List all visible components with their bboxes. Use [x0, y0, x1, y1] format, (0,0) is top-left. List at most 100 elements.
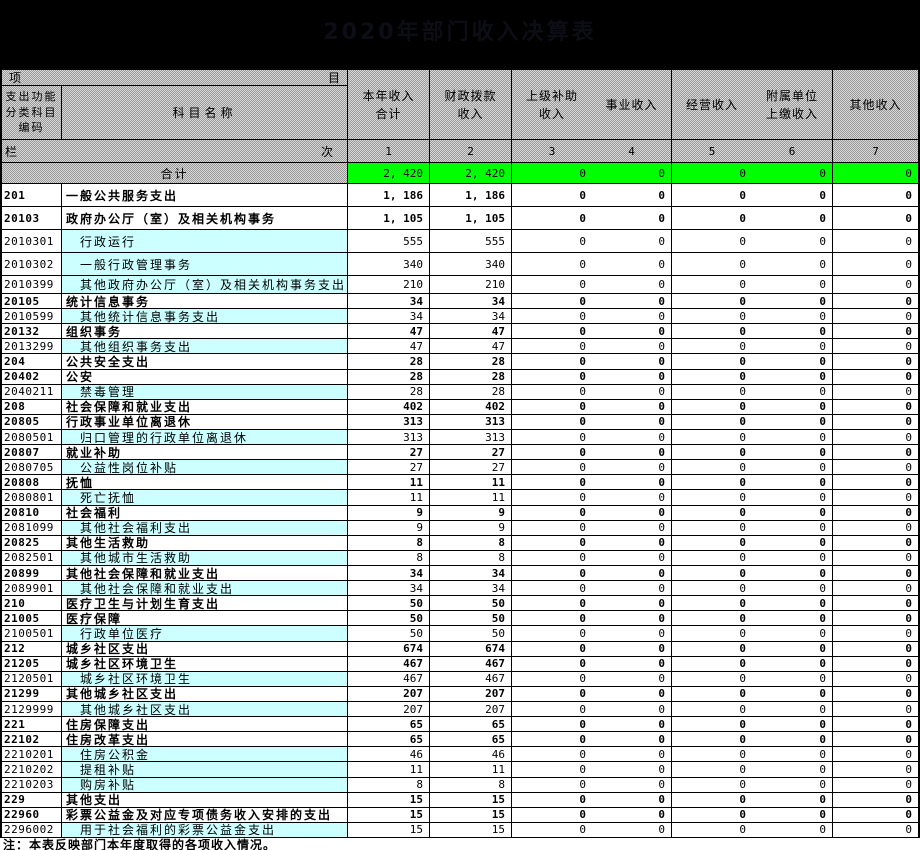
- value-cell-total-income: 402: [348, 400, 430, 414]
- value-cell-fiscal-grant: 1, 105: [430, 207, 512, 229]
- subject-code-cell: 2120501: [2, 672, 62, 686]
- value-cell-business-income: 0: [592, 385, 672, 399]
- value-cell-superior-subsidy: 0: [512, 762, 592, 776]
- value-cell-total-income: 27: [348, 460, 430, 474]
- subject-code-cell: 204: [2, 354, 62, 368]
- value-cell-fiscal-grant: 8: [430, 778, 512, 792]
- value-cell-fiscal-grant: 11: [430, 475, 512, 489]
- value-cell-other-income: 0: [833, 596, 918, 610]
- value-cell-superior-subsidy: 0: [512, 230, 592, 252]
- total-label: 合计: [2, 163, 348, 183]
- subject-code-cell: 2080705: [2, 460, 62, 474]
- value-cell-affiliated-income: 0: [752, 732, 833, 746]
- subject-code-cell: 20899: [2, 566, 62, 580]
- value-cell-other-income: 0: [833, 253, 918, 275]
- value-cell-affiliated-income: 0: [752, 430, 833, 444]
- value-cell-operating-income: 0: [672, 657, 752, 671]
- subject-name-cell: 社会保障和就业支出: [62, 400, 348, 414]
- value-cell-operating-income: 0: [672, 762, 752, 776]
- value-cell-other-income: 0: [833, 430, 918, 444]
- value-cell-operating-income: 0: [672, 793, 752, 807]
- value-cell-other-income: 0: [833, 460, 918, 474]
- income-table: 项 目 支出功能分类科目编码 科目名称 本年收入合计 财政拨款收入 上级补助收入…: [0, 70, 920, 838]
- value-cell-business-income: 0: [592, 324, 672, 338]
- table-row: 2010302 一般行政管理事务 340 340 0 0 0 0 0: [2, 253, 918, 276]
- subject-code-cell: 2089901: [2, 581, 62, 595]
- value-cell-affiliated-income: 0: [752, 642, 833, 656]
- value-cell-total-income: 9: [348, 521, 430, 535]
- subject-name-cell: 购房补贴: [62, 778, 348, 792]
- total-value: 0: [752, 163, 833, 183]
- table-row: 20899 其他社会保障和就业支出 34 34 0 0 0 0 0: [2, 566, 918, 581]
- value-cell-affiliated-income: 0: [752, 536, 833, 550]
- value-cell-other-income: 0: [833, 445, 918, 459]
- subject-code-cell: 20807: [2, 445, 62, 459]
- value-cell-affiliated-income: 0: [752, 354, 833, 368]
- subject-name-cell: 其他生活救助: [62, 536, 348, 550]
- value-cell-other-income: 0: [833, 611, 918, 625]
- subject-code-cell: 22960: [2, 808, 62, 822]
- table-row: 2120501 城乡社区环境卫生 467 467 0 0 0 0 0: [2, 672, 918, 687]
- value-cell-affiliated-income: 0: [752, 276, 833, 293]
- value-cell-business-income: 0: [592, 657, 672, 671]
- value-cell-affiliated-income: 0: [752, 506, 833, 520]
- value-cell-operating-income: 0: [672, 566, 752, 580]
- value-cell-other-income: 0: [833, 354, 918, 368]
- table-row: 20103 政府办公厅（室）及相关机构事务 1, 105 1, 105 0 0 …: [2, 207, 918, 230]
- subject-code-cell: 201: [2, 184, 62, 206]
- value-cell-total-income: 313: [348, 430, 430, 444]
- value-cell-operating-income: 0: [672, 702, 752, 716]
- value-cell-fiscal-grant: 27: [430, 460, 512, 474]
- value-cell-superior-subsidy: 0: [512, 732, 592, 746]
- subject-code-cell: 2040211: [2, 385, 62, 399]
- value-cell-fiscal-grant: 47: [430, 324, 512, 338]
- value-cell-superior-subsidy: 0: [512, 611, 592, 625]
- value-cell-business-income: 0: [592, 793, 672, 807]
- value-cell-business-income: 0: [592, 253, 672, 275]
- value-cell-affiliated-income: 0: [752, 778, 833, 792]
- value-cell-other-income: 0: [833, 732, 918, 746]
- value-cell-total-income: 34: [348, 309, 430, 323]
- table-row: 2040211 禁毒管理 28 28 0 0 0 0 0: [2, 385, 918, 400]
- value-cell-affiliated-income: 0: [752, 253, 833, 275]
- subject-code-cell: 21005: [2, 611, 62, 625]
- value-cell-business-income: 0: [592, 184, 672, 206]
- value-cell-operating-income: 0: [672, 687, 752, 701]
- value-cell-business-income: 0: [592, 702, 672, 716]
- subject-name-cell: 行政运行: [62, 230, 348, 252]
- value-cell-superior-subsidy: 0: [512, 566, 592, 580]
- value-cell-total-income: 207: [348, 702, 430, 716]
- value-cell-affiliated-income: 0: [752, 475, 833, 489]
- value-cell-operating-income: 0: [672, 823, 752, 837]
- value-cell-operating-income: 0: [672, 808, 752, 822]
- table-row: 21205 城乡社区环境卫生 467 467 0 0 0 0 0: [2, 657, 918, 672]
- subject-code-cell: 221: [2, 717, 62, 731]
- value-cell-fiscal-grant: 340: [430, 253, 512, 275]
- rank-label-cell: 栏 次: [2, 140, 348, 162]
- value-cell-other-income: 0: [833, 778, 918, 792]
- subject-code-cell: 2100501: [2, 626, 62, 640]
- value-cell-fiscal-grant: 34: [430, 566, 512, 580]
- total-value: 0: [512, 163, 592, 183]
- value-cell-fiscal-grant: 313: [430, 415, 512, 429]
- table-row: 2010301 行政运行 555 555 0 0 0 0 0: [2, 230, 918, 253]
- subject-name-cell: 其他统计信息事务支出: [62, 309, 348, 323]
- value-cell-superior-subsidy: 0: [512, 339, 592, 353]
- subject-code-cell: 22102: [2, 732, 62, 746]
- value-cell-other-income: 0: [833, 400, 918, 414]
- value-cell-other-income: 0: [833, 207, 918, 229]
- value-cell-fiscal-grant: 555: [430, 230, 512, 252]
- subject-code-cell: 2080501: [2, 430, 62, 444]
- value-cell-business-income: 0: [592, 475, 672, 489]
- value-cell-fiscal-grant: 207: [430, 702, 512, 716]
- value-cell-operating-income: 0: [672, 253, 752, 275]
- value-cell-business-income: 0: [592, 596, 672, 610]
- table-row: 2129999 其他城乡社区支出 207 207 0 0 0 0 0: [2, 702, 918, 717]
- value-cell-superior-subsidy: 0: [512, 808, 592, 822]
- value-cell-operating-income: 0: [672, 536, 752, 550]
- value-cell-business-income: 0: [592, 672, 672, 686]
- value-cell-superior-subsidy: 0: [512, 672, 592, 686]
- subject-code-cell: 208: [2, 400, 62, 414]
- subject-name-cell: 住房公积金: [62, 747, 348, 761]
- column-number: 6: [752, 140, 833, 162]
